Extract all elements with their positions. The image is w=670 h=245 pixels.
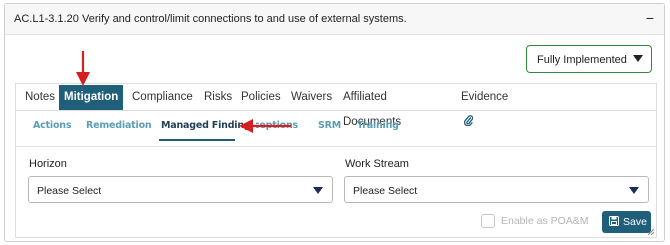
tab-waivers[interactable]: Waivers [286, 85, 337, 110]
caret-down-icon [633, 55, 643, 62]
tab-notes[interactable]: Notes [20, 85, 60, 110]
subtab-active-indicator [159, 139, 235, 141]
subtab-srm[interactable]: SRM [318, 120, 341, 131]
subtab-remediation[interactable]: Remediation [86, 120, 152, 131]
enable-poam-label: Enable as POA&M [501, 215, 589, 227]
floppy-disk-icon [609, 216, 619, 226]
tab-bar-divider [16, 110, 656, 111]
implementation-status-dropdown[interactable]: Fully Implemented [526, 45, 652, 73]
subtab-exceptions[interactable]: Exceptions [256, 120, 298, 131]
caret-down-icon [313, 187, 323, 194]
resize-grip-icon[interactable] [647, 228, 654, 235]
tab-risks[interactable]: Risks [199, 85, 237, 110]
control-code: AC.L1-3.1.20 [14, 13, 79, 25]
tab-mitigation[interactable]: Mitigation [59, 85, 124, 110]
work-stream-select-value: Please Select [353, 185, 418, 197]
horizon-select-value: Please Select [37, 185, 102, 197]
subtab-actions[interactable]: Actions [33, 120, 72, 131]
save-button[interactable]: Save [602, 211, 651, 233]
work-stream-select[interactable]: Please Select [344, 176, 649, 203]
control-header[interactable]: AC.L1-3.1.20 Verify and control/limit co… [5, 4, 664, 35]
paperclip-icon [463, 110, 474, 135]
tab-evidence-label: Evidence [461, 91, 509, 103]
implementation-status-label: Fully Implemented [537, 54, 627, 66]
control-title: Verify and control/limit connections to … [82, 13, 407, 25]
enable-poam-checkbox[interactable] [481, 214, 495, 228]
control-card: AC.L1-3.1.20 Verify and control/limit co… [4, 3, 665, 242]
tab-affiliated-documents[interactable]: Affiliated Documents [338, 85, 406, 128]
subtab-training[interactable]: Training [357, 120, 399, 131]
tab-compliance[interactable]: Compliance [127, 85, 198, 110]
horizon-select[interactable]: Please Select [28, 176, 333, 203]
collapse-icon[interactable]: − [646, 10, 654, 26]
subtab-managed-finding[interactable]: Managed Finding [161, 120, 251, 131]
caret-down-icon [629, 187, 639, 194]
details-panel: Notes Mitigation Compliance Risks Polici… [15, 83, 657, 238]
work-stream-label: Work Stream [345, 158, 409, 170]
save-button-label: Save [623, 216, 647, 228]
subtab-divider [16, 146, 656, 147]
horizon-label: Horizon [29, 158, 67, 170]
tab-policies[interactable]: Policies [236, 85, 286, 110]
tab-evidence[interactable]: Evidence [456, 85, 513, 127]
